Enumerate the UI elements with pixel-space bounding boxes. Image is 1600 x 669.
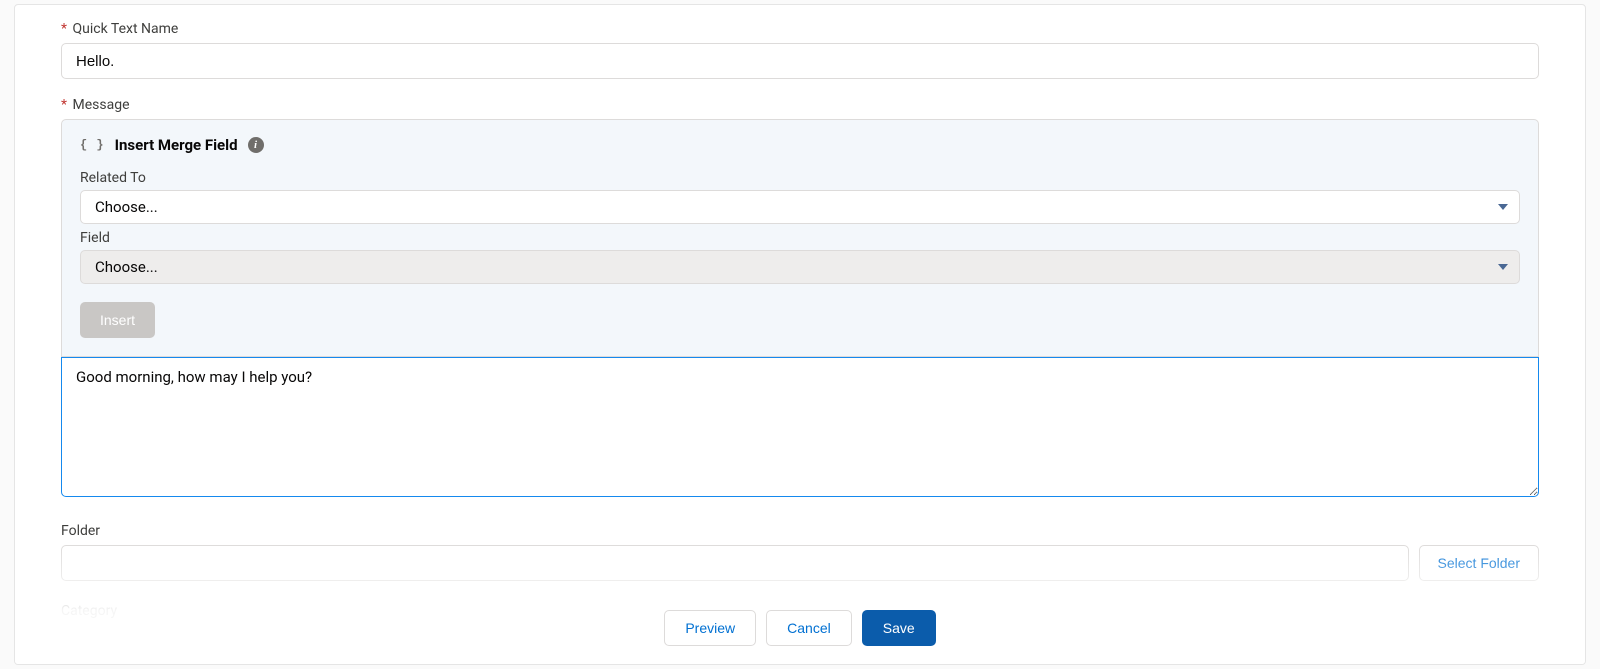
field-label: Field [80, 230, 1520, 246]
quick-text-name-label-text: Quick Text Name [73, 21, 179, 37]
insert-button: Insert [80, 302, 155, 338]
quick-text-name-label: * Quick Text Name [61, 21, 1539, 37]
required-asterisk-icon: * [61, 21, 67, 37]
merge-field-braces-icon: { } [80, 138, 105, 152]
field-select: Choose... [80, 250, 1520, 284]
related-to-selected-value: Choose... [95, 198, 158, 216]
save-button[interactable]: Save [862, 610, 936, 646]
message-textarea[interactable] [61, 357, 1539, 497]
required-asterisk-icon: * [61, 97, 67, 113]
related-to-select[interactable]: Choose... [80, 190, 1520, 224]
footer-actions: Preview Cancel Save [15, 610, 1585, 646]
message-label: * Message [61, 97, 1539, 113]
cancel-button[interactable]: Cancel [766, 610, 852, 646]
folder-label: Folder [61, 523, 1539, 539]
related-to-label: Related To [80, 170, 1520, 186]
folder-path-input[interactable] [61, 545, 1409, 581]
preview-button[interactable]: Preview [664, 610, 756, 646]
quick-text-name-input[interactable] [61, 43, 1539, 79]
select-folder-button[interactable]: Select Folder [1419, 545, 1539, 581]
message-label-text: Message [73, 97, 130, 113]
info-icon[interactable]: i [248, 137, 264, 153]
field-selected-value: Choose... [95, 258, 158, 276]
insert-merge-field-panel: { } Insert Merge Field i Related To Choo… [61, 119, 1539, 357]
insert-merge-field-title: Insert Merge Field [115, 136, 238, 154]
